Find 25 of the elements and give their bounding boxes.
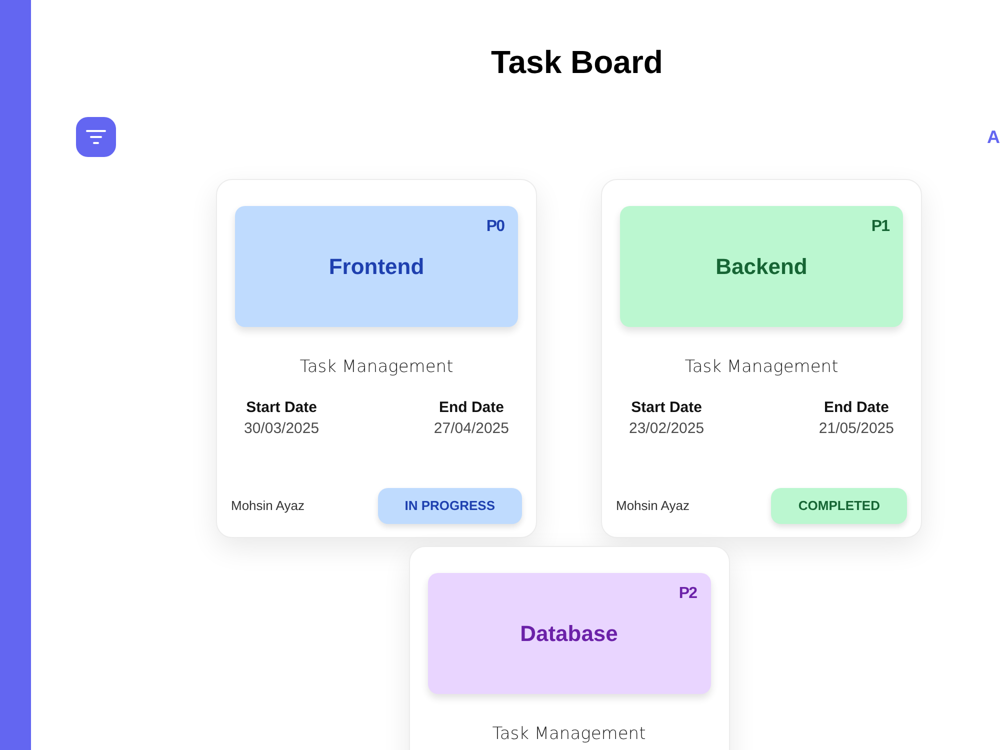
end-date-label: End Date xyxy=(438,398,504,418)
card-title: Backend xyxy=(716,252,808,280)
start-date-label: Start Date xyxy=(246,398,317,418)
card-title: Frontend xyxy=(328,252,424,280)
end-date-label: End Date xyxy=(824,398,889,418)
status-button[interactable]: IN PROGRESS xyxy=(378,488,522,524)
filter-button[interactable] xyxy=(76,117,116,157)
filter-icon xyxy=(86,130,106,144)
status-button[interactable]: COMPLETED xyxy=(771,488,907,524)
card-subtitle: Task Management xyxy=(492,724,646,744)
start-date-value: 30/03/2025 xyxy=(244,419,320,439)
assignee-name: Mohsin Ayaz xyxy=(616,498,690,514)
card-subtitle: Task Management xyxy=(684,357,838,377)
priority-label: P2 xyxy=(678,585,696,603)
end-date-value: 21/05/2025 xyxy=(818,419,894,439)
priority-label: P1 xyxy=(871,218,889,236)
card-title: Database xyxy=(520,620,618,648)
priority-label: P0 xyxy=(486,218,504,236)
end-date-value: 27/04/2025 xyxy=(434,419,509,439)
card-subtitle: Task Management xyxy=(300,357,454,377)
start-date-value: 23/02/2025 xyxy=(629,419,704,439)
toolbar-link[interactable]: A xyxy=(987,126,1000,148)
page-title: Task Board xyxy=(491,44,663,80)
start-date-label: Start Date xyxy=(631,398,702,418)
assignee-name: Mohsin Ayaz xyxy=(231,498,304,514)
